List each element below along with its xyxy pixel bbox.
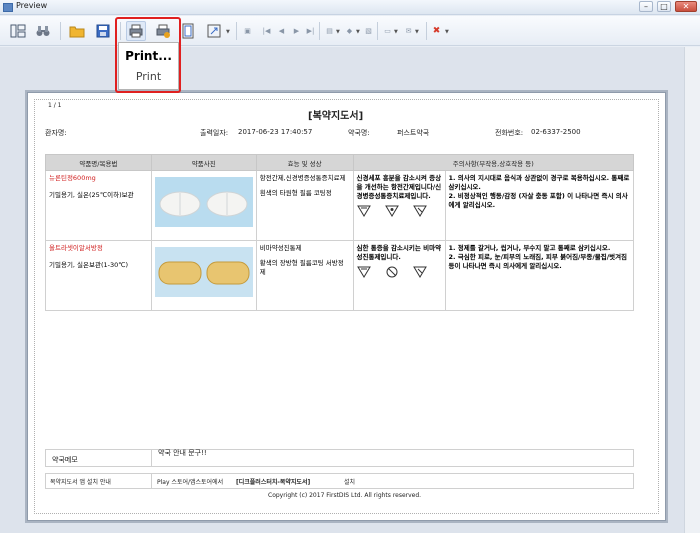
warning-triangle-icon: [412, 205, 427, 217]
print-dropdown-menu: Print... Print: [118, 42, 179, 90]
app-text-prefix: Play 스토어/앱스토어에서: [157, 479, 224, 486]
print-dialog-menu-item[interactable]: Print...: [119, 49, 178, 63]
first-page-icon[interactable]: |◀: [262, 27, 271, 36]
memo-box: 약국메모 약국 안내 문구!!: [45, 449, 634, 467]
pharmacy-label: 약국명:: [348, 129, 370, 137]
pharmacy-value: 퍼스트약국: [397, 129, 430, 137]
color-icon[interactable]: ◆: [345, 27, 354, 36]
column-header: 약품명/복용법: [45, 154, 152, 171]
effect-note: 신경세포 흥분을 감소시켜 증상을 개선하는 항전간제입니다/신경병증성통증치료…: [356, 174, 442, 200]
column-header: 주의사항(부작용,상호작용 등): [352, 154, 635, 171]
next-page-icon[interactable]: ▶: [292, 27, 301, 36]
app-label: 복약지도서 앱 설치 안내: [50, 479, 111, 486]
table-row: 올트라셋이알서방정 기밀용기, 실온보관(1-30℃) 비마약성진통제 황색의 …: [45, 240, 635, 311]
print-date-label: 출력일자:: [200, 129, 229, 137]
app-icon: [3, 3, 13, 12]
save-icon[interactable]: [93, 21, 113, 41]
app-info-box: 복약지도서 앱 설치 안내 Play 스토어/앱스토어에서 [디크플러스터치-복…: [45, 473, 634, 489]
quick-print-icon[interactable]: [153, 21, 173, 41]
storage-info: 기밀용기, 실온(25℃이하)보관: [49, 191, 134, 199]
maximize-button[interactable]: □: [657, 1, 671, 12]
toolbar: ▼ ▣ |◀ ◀ ▶ ▶| ▤ ▼ ◆ ▼ ▧ ▭ ▼ ✉ ▼ ✖ ▼: [0, 16, 700, 46]
email-icon[interactable]: ✉: [404, 27, 413, 36]
panes-icon[interactable]: [8, 21, 28, 41]
chevron-down-icon[interactable]: ▼: [356, 29, 360, 35]
toolbar-separator: [120, 22, 121, 40]
last-page-icon[interactable]: ▶|: [306, 27, 315, 36]
chevron-down-icon[interactable]: ▼: [445, 29, 449, 35]
document-title: [복약지도서]: [308, 111, 364, 122]
scale-icon[interactable]: [204, 21, 224, 41]
table-row: 뉴론틴정600mg 기밀용기, 실온(25℃이하)보관 항전간제,신경병증성통증…: [45, 170, 635, 241]
print-menu-item[interactable]: Print: [119, 70, 178, 83]
zoom-icon[interactable]: ▣: [243, 27, 252, 36]
caution-text: 1. 의사의 지시대로 음식과 상관없이 경구로 복용하십시오. 통째로 삼키십…: [448, 174, 630, 209]
caution-text: 1. 정제를 갈거나, 씹거나, 부수지 말고 통째로 삼키십시오. 2. 극심…: [448, 244, 628, 270]
print-date-value: 2017-06-23 17:40:57: [238, 128, 313, 136]
watermark-icon[interactable]: ▧: [364, 27, 373, 36]
page-setup-icon[interactable]: [178, 21, 198, 41]
pill-photo: [154, 177, 253, 227]
copyright: Copyright (c) 2017 FirstDIS Ltd. All rig…: [268, 492, 422, 499]
column-header: 약품사진: [150, 154, 257, 171]
warning-triangle-icon: [412, 266, 427, 278]
memo-value: 약국 안내 문구!!: [158, 449, 207, 457]
medication-table: 약품명/복용법 약품사진 효능 및 성상 주의사항(부작용,상호작용 등) 뉴론…: [45, 154, 635, 311]
drug-name: 뉴론틴정600mg: [49, 174, 96, 182]
pill-photo: [154, 247, 253, 297]
chevron-down-icon[interactable]: ▼: [336, 29, 340, 35]
column-header: 효능 및 성상: [255, 154, 354, 171]
warning-icons: [356, 205, 442, 217]
storage-info: 기밀용기, 실온보관(1-30℃): [49, 261, 129, 269]
warning-triangle-icon: [356, 205, 371, 217]
toolbar-separator: [377, 22, 378, 40]
warning-triangle-icon: [356, 266, 371, 278]
app-text-name: [디크플러스터치-복약지도서]: [236, 479, 311, 486]
patient-label: 환자명:: [45, 129, 67, 137]
page-counter: 1 / 1: [48, 102, 62, 109]
table-header-row: 약품명/복용법 약품사진 효능 및 성상 주의사항(부작용,상호작용 등): [45, 154, 635, 171]
phone-value: 02-6337-2500: [531, 128, 581, 136]
export-icon[interactable]: ▭: [383, 27, 392, 36]
window-title: Preview: [16, 1, 48, 10]
open-folder-icon[interactable]: [67, 21, 87, 41]
efficacy: 비마약성진통제: [259, 244, 302, 252]
effect-note: 심한 통증을 감소시키는 비마약성진통제입니다.: [356, 244, 442, 261]
multipage-icon[interactable]: ▤: [325, 27, 334, 36]
previous-page-icon[interactable]: ◀: [277, 27, 286, 36]
chevron-down-icon[interactable]: ▼: [415, 29, 419, 35]
appearance: 황색의 장방형 필름코팅 서방정제: [259, 259, 344, 276]
close-preview-icon[interactable]: ✖: [432, 27, 441, 36]
toolbar-separator: [60, 22, 61, 40]
no-alcohol-icon: [386, 266, 398, 278]
warning-icons: [356, 266, 442, 278]
vertical-scrollbar[interactable]: [684, 47, 700, 533]
close-button[interactable]: ✕: [675, 1, 697, 12]
window-title-bar: Preview – □ ✕: [0, 0, 700, 15]
app-text-suffix: 설치: [344, 479, 356, 486]
toolbar-separator: [426, 22, 427, 40]
chevron-down-icon[interactable]: ▼: [226, 29, 230, 35]
memo-label: 약국메모: [52, 456, 78, 464]
efficacy: 항전간제,신경병증성통증치료제: [259, 174, 346, 182]
appearance: 흰색의 타원형 필름 코팅정: [259, 189, 332, 197]
binoculars-icon[interactable]: [33, 21, 53, 41]
chevron-down-icon[interactable]: ▼: [394, 29, 398, 35]
toolbar-separator: [319, 22, 320, 40]
toolbar-separator: [236, 22, 237, 40]
phone-label: 전화번호:: [495, 129, 524, 137]
drug-name: 올트라셋이알서방정: [49, 244, 103, 252]
minimize-button[interactable]: –: [639, 1, 653, 12]
warning-triangle-icon: [384, 205, 399, 217]
print-icon[interactable]: [126, 21, 146, 41]
